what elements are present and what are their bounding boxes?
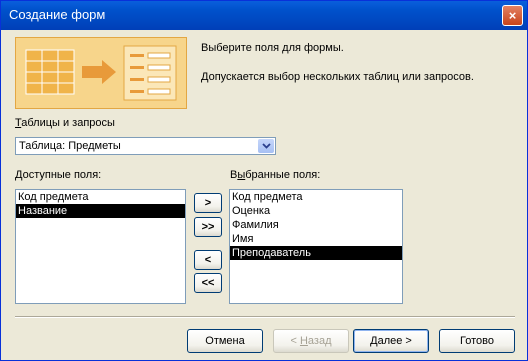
chevron-down-icon [261,143,271,149]
available-label-accel: Д [15,169,23,181]
list-item[interactable]: Код предмета [230,190,402,204]
selected-fields-listbox[interactable]: Код предмета Оценка Фамилия Имя Преподавател… [229,189,403,304]
available-fields-label: Доступные поля: [15,169,101,181]
add-field-button[interactable]: > [194,193,222,213]
window-title: Создание форм [9,7,106,22]
form-wizard-illustration [15,37,187,109]
next-label-text: алее > [377,335,412,347]
remove-all-fields-button[interactable]: << [194,273,222,293]
tables-label: Таблицы и запросы [15,117,115,129]
dropdown-button[interactable] [258,139,274,153]
list-item[interactable]: Имя [230,232,402,246]
add-all-fields-button[interactable]: >> [194,217,222,237]
tables-combobox[interactable]: Таблица: Предметы [15,137,276,155]
wizard-window: Создание форм × Выберите поля для формы.… [0,0,528,361]
title-bar[interactable]: Создание форм × [1,1,527,30]
tables-label-text: аблицы и запросы [21,117,115,129]
back-label-accel: Н [299,335,308,347]
cancel-button[interactable]: Отмена [187,329,263,353]
back-button[interactable]: < Назад [273,329,349,353]
remove-field-button[interactable]: < [194,250,222,270]
back-label-prefix: < [290,335,300,347]
list-item[interactable]: Название [16,204,185,218]
footer-divider [15,316,515,318]
next-button[interactable]: Далее > [353,329,429,353]
selected-label-text: бранные поля: [245,169,321,181]
finish-button[interactable]: Готово [439,329,515,353]
instruction-text: Выберите поля для формы. [201,42,344,54]
available-fields-listbox[interactable]: Код предмета Название [15,189,186,304]
list-item[interactable]: Преподаватель [230,246,402,260]
hint-text: Допускается выбор нескольких таблиц или … [201,71,474,83]
close-button[interactable]: × [502,5,523,26]
selected-fields-label: Выбранные поля: [230,169,320,181]
close-icon: × [508,8,517,23]
next-label-accel: Д [370,335,378,347]
available-label-text: оступные поля: [22,169,102,181]
back-label-text: азад [307,335,332,347]
list-item[interactable]: Оценка [230,204,402,218]
list-item[interactable]: Код предмета [16,190,185,204]
tables-combobox-value: Таблица: Предметы [19,140,121,152]
list-item[interactable]: Фамилия [230,218,402,232]
